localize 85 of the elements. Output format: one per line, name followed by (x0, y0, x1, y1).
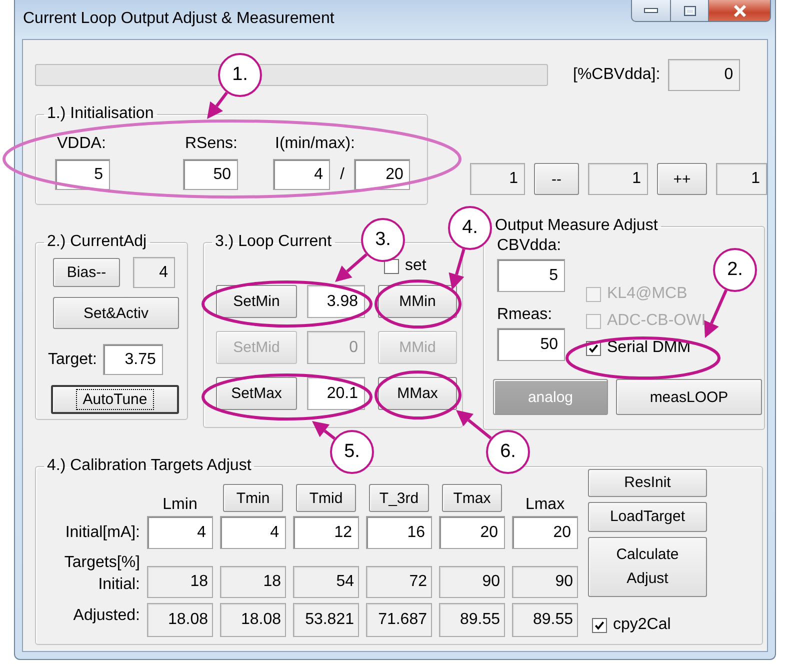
value-display: 90 (439, 566, 505, 598)
autotune-button[interactable]: AutoTune (51, 385, 179, 414)
column-button[interactable]: Tmid (296, 484, 356, 512)
value-display: 0 (307, 331, 365, 364)
step-button[interactable]: -- (534, 163, 579, 195)
close-icon (732, 4, 746, 16)
row-label: Targets[%] Initial: (63, 553, 140, 595)
field-label: Target: (48, 350, 97, 368)
minimize-icon (644, 8, 658, 13)
separator: / (340, 166, 344, 184)
value-display: 18.08 (147, 603, 213, 637)
set-point-button[interactable]: SetMin (216, 285, 297, 318)
callout-arrow (312, 421, 336, 440)
input-field[interactable]: 5 (55, 159, 110, 190)
input-field[interactable]: 12 (293, 516, 359, 549)
measure-button[interactable]: MMax (378, 377, 457, 410)
maximize-icon (684, 6, 696, 16)
copy-checkbox[interactable]: cpy2Cal (592, 616, 707, 634)
checkmark-icon (588, 342, 599, 354)
set-point-button[interactable]: SetMax (216, 377, 297, 410)
counter-display: 1 (588, 163, 648, 195)
value-display: 4 (133, 257, 175, 288)
callout-arrow (335, 253, 368, 282)
input-field[interactable]: 50 (183, 159, 238, 190)
group-title: 3.) Loop Current (214, 233, 333, 251)
action-button[interactable]: ResInit (588, 469, 707, 497)
minimize-button[interactable] (631, 0, 671, 22)
group-title: Output Measure Adjust (494, 217, 659, 235)
close-button[interactable] (709, 0, 771, 22)
set-activate-button[interactable]: Set&Activ (53, 297, 179, 329)
input-field[interactable]: 4 (147, 516, 213, 549)
input-field[interactable]: 20 (439, 516, 505, 549)
input-field[interactable]: 50 (497, 328, 565, 361)
value-display: 0 (668, 59, 740, 91)
row-label: Initial[mA]: (64, 523, 140, 543)
column-button[interactable]: Tmax (442, 484, 502, 512)
row-label: Adjusted: (72, 606, 140, 626)
group-title: 4.) Calibration Targets Adjust (46, 457, 252, 475)
value-display: 90 (512, 566, 578, 598)
step-button[interactable]: ++ (657, 163, 707, 195)
value-display: 18 (147, 566, 213, 598)
callout-arrow (704, 290, 728, 338)
option-checkbox[interactable]: Serial DMM (586, 339, 706, 357)
field-label: I(min/max): (274, 135, 356, 153)
action-button[interactable]: Calculate Adjust (588, 537, 707, 597)
value-display: 3.98 (307, 285, 365, 318)
field-label: CBVdda: (497, 237, 562, 255)
bias-button[interactable]: Bias-- (53, 258, 120, 287)
input-field[interactable]: 4 (220, 516, 286, 549)
maximize-button[interactable] (671, 0, 709, 22)
callout-arrow (207, 92, 228, 119)
value-display: 71.687 (366, 603, 432, 637)
measure-button[interactable]: MMin (378, 285, 457, 318)
column-header: Lmin (162, 496, 198, 514)
counter-display: 1 (470, 163, 525, 195)
field-label: RSens: (184, 135, 238, 153)
input-field[interactable]: 4 (273, 159, 330, 190)
input-field[interactable]: 16 (366, 516, 432, 549)
input-field[interactable]: 5 (497, 259, 565, 292)
field-label: [%CBVdda]: (573, 66, 660, 84)
value-display: 89.55 (512, 603, 578, 637)
value-display: 89.55 (439, 603, 505, 637)
input-field[interactable]: 20 (354, 159, 410, 190)
value-display: 54 (293, 566, 359, 598)
counter-display: 1 (716, 163, 767, 195)
checkmark-icon (594, 620, 605, 630)
field-label: Rmeas: (497, 306, 554, 324)
mode-button[interactable]: measLOOP (616, 379, 762, 415)
window-title: Current Loop Output Adjust & Measurement (23, 10, 334, 28)
callout-arrow (456, 410, 492, 440)
callout-arrow (448, 248, 466, 290)
column-button[interactable]: T_3rd (369, 484, 429, 512)
input-field[interactable]: 20 (512, 516, 578, 549)
action-button[interactable]: LoadTarget (588, 502, 707, 532)
value-display: 20.1 (307, 377, 365, 410)
group-title: 1.) Initialisation (46, 105, 155, 123)
value-display: 53.821 (293, 603, 359, 637)
group-title: 2.) CurrentAdj (46, 233, 148, 251)
value-display: 18 (220, 566, 286, 598)
input-field[interactable]: 3.75 (102, 344, 163, 375)
column-button[interactable]: Tmin (223, 484, 283, 512)
value-display: 72 (366, 566, 432, 598)
field-label: VDDA: (56, 135, 107, 153)
value-display: 18.08 (220, 603, 286, 637)
column-header: Lmax (525, 496, 565, 514)
